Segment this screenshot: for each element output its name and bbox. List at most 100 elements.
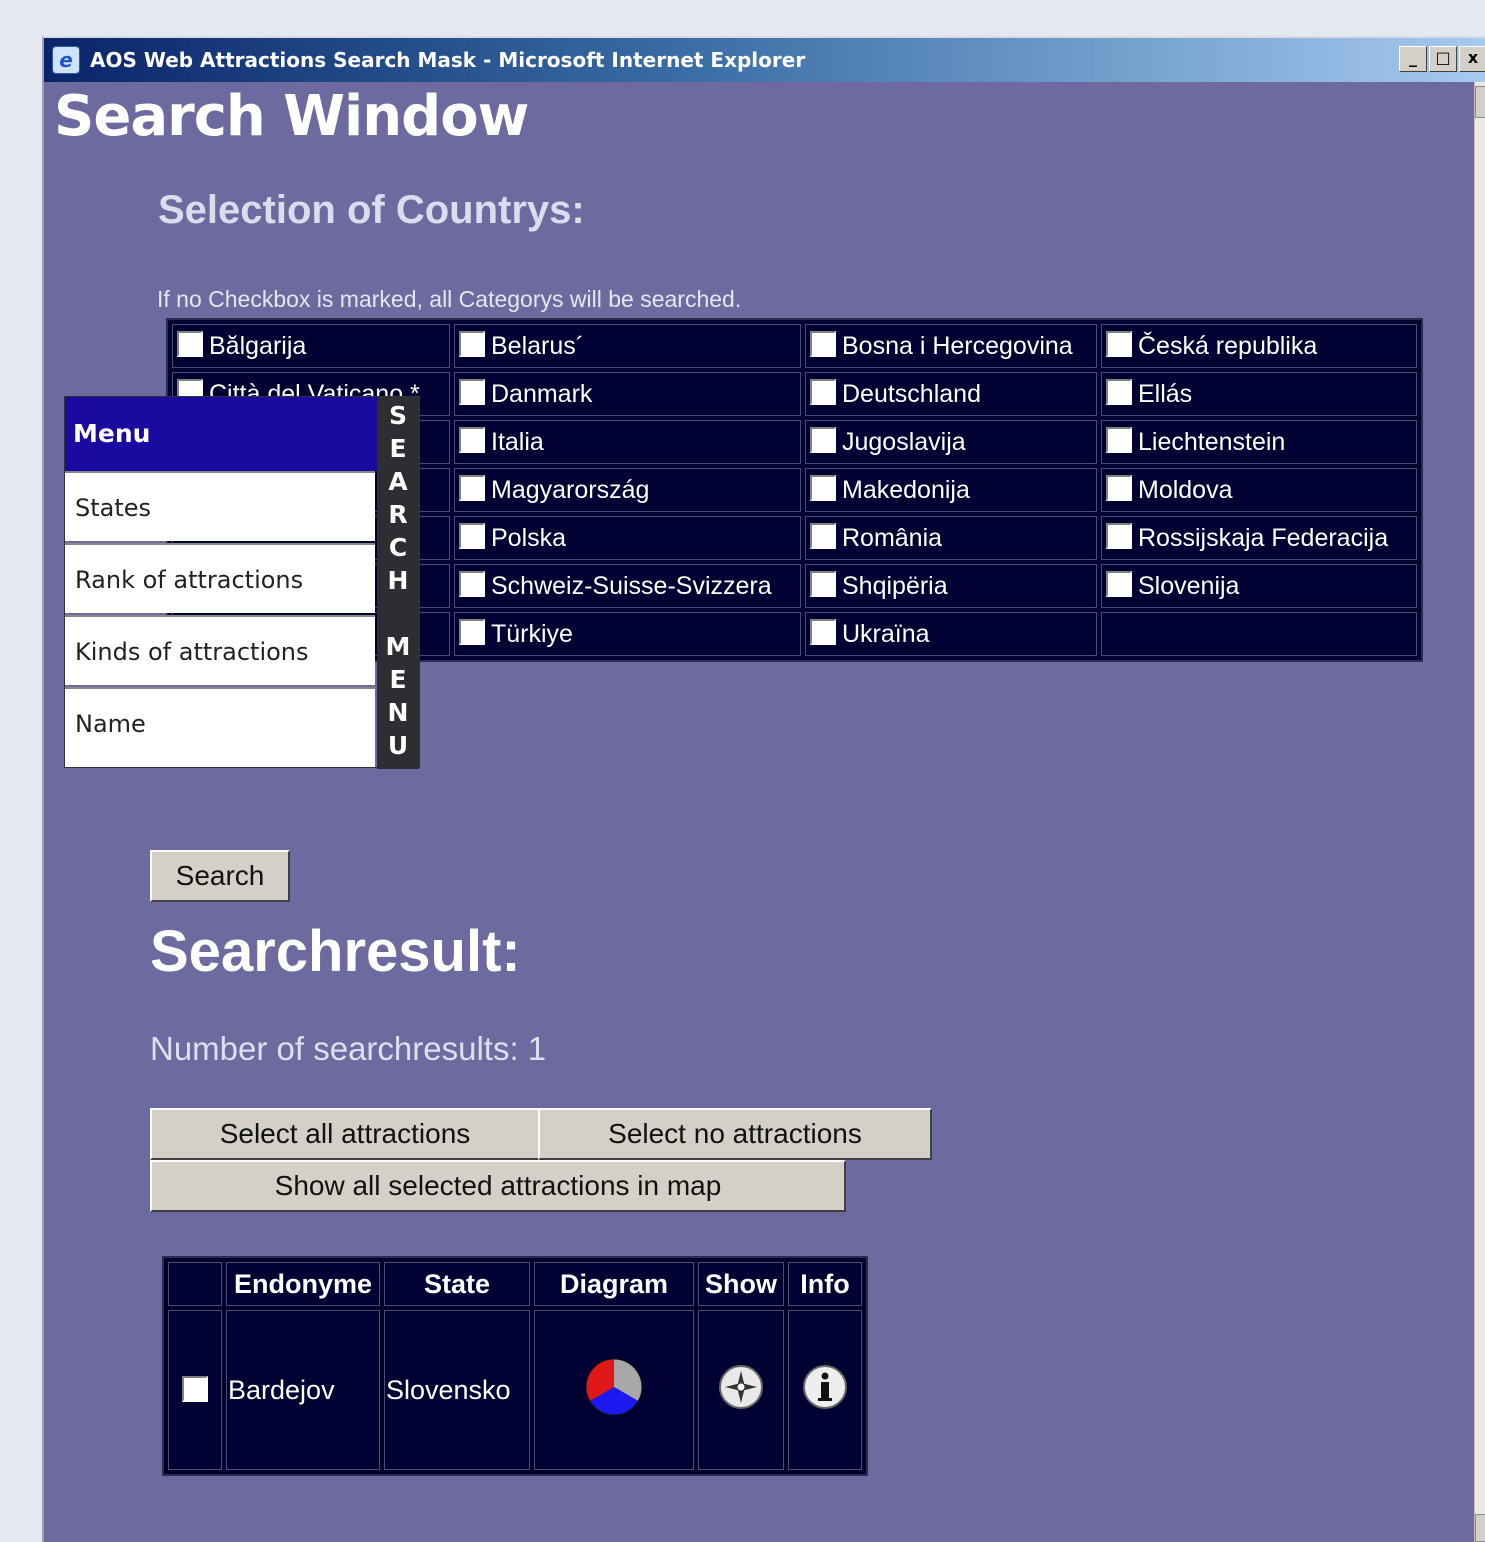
country-checkbox[interactable] — [1106, 331, 1132, 357]
country-label: Liechtenstein — [1138, 428, 1286, 456]
country-cell[interactable]: Türkiye — [454, 612, 801, 656]
menu-tab-letter: A — [388, 467, 408, 496]
country-cell[interactable]: Liechtenstein — [1101, 420, 1417, 464]
country-label: Schweiz-Suisse-Svizzera — [491, 572, 772, 600]
menu-item-name[interactable]: Name — [65, 687, 375, 767]
info-icon[interactable] — [802, 1364, 848, 1410]
endonyme-cell: Bardejov — [226, 1310, 380, 1470]
country-checkbox[interactable] — [810, 427, 836, 453]
country-cell[interactable]: Schweiz-Suisse-Svizzera — [454, 564, 801, 608]
country-label: Rossijskaja Federacija — [1138, 524, 1389, 552]
country-checkbox[interactable] — [1106, 427, 1132, 453]
country-cell[interactable]: Makedonija — [805, 468, 1097, 512]
select-none-button[interactable]: Select no attractions — [538, 1108, 932, 1160]
country-cell[interactable]: Jugoslavija — [805, 420, 1097, 464]
country-checkbox[interactable] — [459, 571, 485, 597]
row-checkbox[interactable] — [182, 1375, 208, 1402]
select-all-button[interactable]: Select all attractions — [150, 1108, 540, 1160]
table-row: Bardejov Slovensko — [168, 1310, 862, 1470]
info-cell[interactable] — [788, 1310, 862, 1470]
column-header-info: Info — [788, 1262, 862, 1306]
country-checkbox[interactable] — [810, 331, 836, 357]
country-label: Magyarország — [491, 476, 650, 504]
country-cell[interactable]: Magyarország — [454, 468, 801, 512]
column-header-state: State — [384, 1262, 530, 1306]
country-checkbox[interactable] — [459, 523, 485, 549]
checkbox-hint: If no Checkbox is marked, all Categorys … — [157, 286, 742, 312]
country-cell[interactable]: Belarus´ — [454, 324, 801, 368]
menu-item-rank-of-attractions[interactable]: Rank of attractions — [65, 543, 375, 613]
country-label: Türkiye — [491, 620, 573, 648]
search-menu-tab[interactable]: S E A R C H M E N U — [377, 397, 419, 769]
country-cell[interactable]: Deutschland — [805, 372, 1097, 416]
internet-explorer-icon: e — [52, 46, 80, 74]
close-button[interactable]: x — [1459, 46, 1485, 72]
country-checkbox[interactable] — [1106, 523, 1132, 549]
menu-tab-letter: H — [387, 566, 409, 595]
compass-icon[interactable] — [718, 1364, 764, 1410]
diagram-cell[interactable] — [534, 1310, 694, 1470]
country-label: Polska — [491, 524, 567, 552]
pie-chart-icon[interactable] — [584, 1357, 644, 1417]
country-cell[interactable]: România — [805, 516, 1097, 560]
country-checkbox[interactable] — [459, 619, 485, 645]
country-cell[interactable]: Slovenija — [1101, 564, 1417, 608]
country-label: România — [842, 524, 943, 552]
country-cell[interactable]: Ukraïna — [805, 612, 1097, 656]
search-button[interactable]: Search — [150, 850, 290, 902]
country-checkbox[interactable] — [1106, 571, 1132, 597]
country-cell[interactable]: Moldova — [1101, 468, 1417, 512]
menu-tab-letter: M — [385, 632, 411, 661]
menu-tab-letter: R — [388, 500, 408, 529]
state-cell: Slovensko — [384, 1310, 530, 1470]
country-checkbox[interactable] — [459, 427, 485, 453]
country-cell[interactable]: Bălgarija — [172, 324, 450, 368]
country-checkbox[interactable] — [1106, 379, 1132, 405]
country-checkbox[interactable] — [810, 619, 836, 645]
country-cell[interactable]: Italia — [454, 420, 801, 464]
country-label: Shqipëria — [842, 572, 948, 600]
country-checkbox[interactable] — [177, 331, 203, 357]
country-cell-empty — [1101, 612, 1417, 656]
country-label: Belarus´ — [491, 332, 585, 360]
country-checkbox[interactable] — [810, 523, 836, 549]
country-label: Česká republika — [1138, 332, 1318, 360]
country-cell[interactable]: Bosna i Hercegovina — [805, 324, 1097, 368]
menu-item-states[interactable]: States — [65, 471, 375, 541]
menu-item-kinds-of-attractions[interactable]: Kinds of attractions — [65, 615, 375, 685]
country-cell[interactable]: Polska — [454, 516, 801, 560]
minimize-button[interactable]: _ — [1399, 46, 1427, 72]
country-cell[interactable]: Ellás — [1101, 372, 1417, 416]
results-header-row: Endonyme State Diagram Show Info — [168, 1262, 862, 1306]
column-header-show: Show — [698, 1262, 784, 1306]
scrollbar-up-arrow[interactable] — [1475, 86, 1485, 118]
title-bar: e AOS Web Attractions Search Mask - Micr… — [44, 38, 1485, 82]
show-in-map-button[interactable]: Show all selected attractions in map — [150, 1160, 846, 1212]
country-checkbox[interactable] — [459, 475, 485, 501]
maximize-button[interactable]: □ — [1429, 46, 1457, 72]
country-checkbox[interactable] — [810, 475, 836, 501]
country-cell[interactable]: Shqipëria — [805, 564, 1097, 608]
country-label: Moldova — [1138, 476, 1233, 504]
page-title: Search Window — [54, 84, 529, 149]
vertical-scrollbar[interactable] — [1474, 82, 1485, 1542]
country-checkbox[interactable] — [459, 379, 485, 405]
country-label: Jugoslavija — [842, 428, 966, 456]
country-checkbox[interactable] — [459, 331, 485, 357]
country-selection-heading: Selection of Countrys: — [158, 188, 585, 232]
column-header-endonyme: Endonyme — [226, 1262, 380, 1306]
column-header-select — [168, 1262, 222, 1306]
show-cell[interactable] — [698, 1310, 784, 1470]
country-checkbox[interactable] — [810, 379, 836, 405]
country-label: Ukraïna — [842, 620, 930, 648]
country-checkbox[interactable] — [1106, 475, 1132, 501]
country-cell[interactable]: Rossijskaja Federacija — [1101, 516, 1417, 560]
country-checkbox[interactable] — [810, 571, 836, 597]
country-cell[interactable]: Česká republika — [1101, 324, 1417, 368]
scrollbar-down-arrow[interactable] — [1475, 1514, 1485, 1542]
browser-window: e AOS Web Attractions Search Mask - Micr… — [42, 36, 1485, 1542]
menu-tab-letter: N — [387, 698, 409, 727]
row-select-cell[interactable] — [168, 1310, 222, 1470]
country-label: Slovenija — [1138, 572, 1240, 600]
country-cell[interactable]: Danmark — [454, 372, 801, 416]
